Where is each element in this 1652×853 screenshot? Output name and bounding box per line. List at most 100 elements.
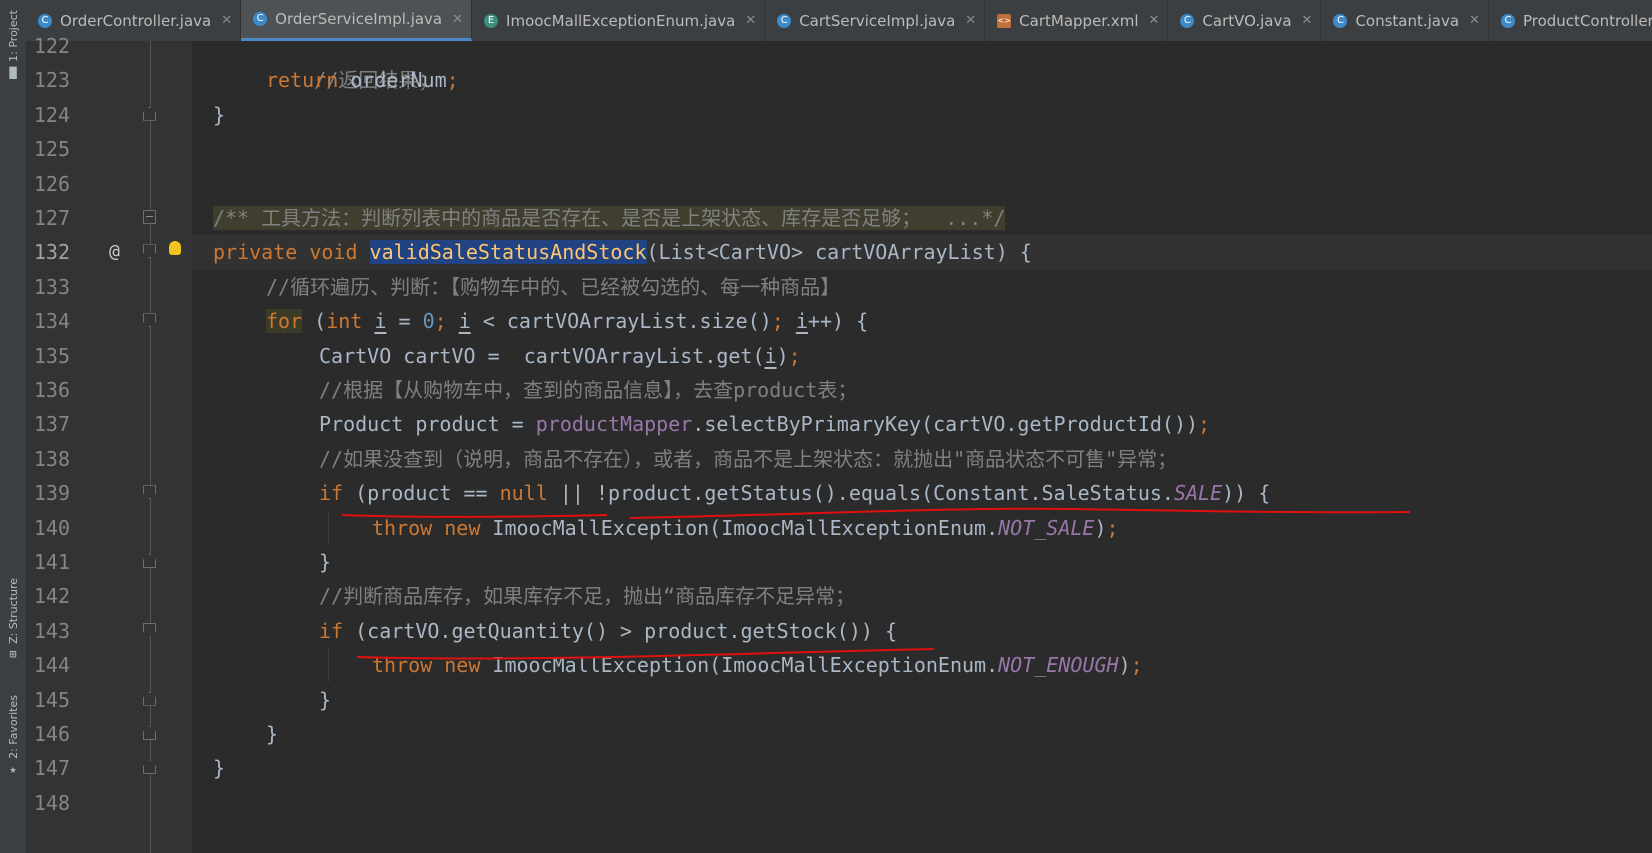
code-line-144: throw new ImoocMallException(ImoocMallEx… [192, 648, 1652, 682]
override-icon[interactable]: @ [109, 235, 120, 269]
tab-label: OrderController.java [60, 11, 212, 30]
fold-start-icon[interactable] [143, 485, 156, 500]
code-text: CartVO cartVO = cartVOArrayList.get( [319, 343, 765, 368]
line-number: 122 [33, 34, 70, 58]
tool-window-strip: 1: Project ▇ Z: Structure ⊞ 2: Favorites… [0, 0, 27, 853]
favorites-tool-button[interactable]: 2: Favorites ★ [0, 695, 26, 779]
tab-cart-service-impl[interactable]: C CartServiceImpl.java ✕ [765, 0, 986, 41]
close-icon[interactable]: ✕ [452, 12, 463, 27]
comment: //根据【从购物车中，查到的商品信息】，去查product表； [319, 378, 858, 402]
line-number: 147 [33, 756, 70, 781]
code-line-124: } [192, 98, 1652, 132]
comment: //循环遍历、判断：【购物车中的、已经被勾选的、每一种商品】 [266, 274, 841, 299]
code-text: } [213, 102, 226, 127]
line-number: 148 [33, 790, 70, 815]
line-number: 146 [33, 722, 70, 746]
project-tool-label: 1: Project [6, 10, 20, 62]
code-line-145: } [192, 683, 1652, 717]
line-number: 124 [33, 102, 70, 127]
tab-constant[interactable]: C Constant.java ✕ [1321, 0, 1489, 41]
line-number: 142 [33, 584, 70, 609]
keyword: if [319, 481, 344, 506]
line-number: 141 [33, 550, 70, 574]
code-text: ) [1094, 515, 1107, 540]
close-icon[interactable]: ✕ [1302, 13, 1313, 28]
code-line-147: } [192, 751, 1652, 785]
close-icon[interactable]: ✕ [745, 13, 756, 28]
code-text: orderNum [338, 68, 447, 93]
code-text: } [319, 550, 332, 574]
line-number: 136 [33, 378, 70, 402]
tab-label: CartMapper.xml [1019, 11, 1139, 30]
number: 0 [422, 309, 435, 334]
project-tool-button[interactable]: 1: Project ▇ [0, 10, 26, 82]
code-line-134: for (int i = 0; i < cartVOArrayList.size… [192, 304, 1652, 338]
code-line-142: //判断商品库存，如果库存不足，抛出“商品库存不足异常； [192, 579, 1652, 613]
tab-label: CartVO.java [1202, 11, 1292, 30]
code-line-143: if (cartVO.getQuantity() > product.getSt… [192, 614, 1652, 648]
close-icon[interactable]: ✕ [965, 13, 976, 28]
class-icon: C [1180, 13, 1195, 28]
code-text: < cartVOArrayList.size() [470, 309, 772, 334]
variable: i [458, 309, 471, 334]
keyword: for [266, 309, 303, 334]
constant: NOT_SALE [998, 515, 1095, 540]
line-number: 127 [33, 206, 70, 230]
keyword: if [319, 618, 344, 643]
expand-fold-icon[interactable] [143, 210, 156, 224]
class-icon: C [777, 13, 792, 28]
close-icon[interactable]: ✕ [221, 13, 232, 28]
line-number: 139 [33, 481, 70, 506]
code-line-123: return orderNum; [192, 63, 1652, 97]
code-line-133: //循环遍历、判断：【购物车中的、已经被勾选的、每一种商品】 [192, 270, 1652, 304]
enum-icon: E [484, 13, 499, 28]
lightbulb-icon[interactable] [169, 241, 181, 256]
code-line-140: throw new ImoocMallException(ImoocMallEx… [192, 511, 1652, 545]
class-icon: C [38, 13, 52, 28]
fold-end-icon[interactable] [143, 726, 156, 740]
folded-javadoc[interactable]: /** 工具方法：判断列表中的商品是否存在、是否是上架状态、库存是否足够； ..… [213, 206, 1006, 230]
fold-end-icon[interactable] [143, 760, 156, 775]
close-icon[interactable]: ✕ [1469, 13, 1480, 28]
keyword: throw new [372, 653, 481, 678]
fold-start-icon[interactable] [143, 244, 156, 259]
fold-start-icon[interactable] [143, 313, 156, 328]
line-number: 137 [33, 412, 70, 437]
line-number: 135 [33, 343, 70, 368]
variable: i [374, 309, 387, 334]
fold-end-icon[interactable] [143, 106, 156, 121]
fold-end-icon[interactable] [143, 691, 156, 706]
line-number: 125 [33, 137, 70, 162]
keyword: throw new [372, 515, 481, 540]
semicolon: ; [434, 309, 447, 334]
code-line-138: //如果没查到（说明，商品不存在），或者，商品不是上架状态：就抛出"商品状态不可… [192, 442, 1652, 476]
variable: i [764, 343, 777, 368]
code-text: )) { [1222, 481, 1271, 506]
close-icon[interactable]: ✕ [1149, 13, 1160, 28]
tab-label: Constant.java [1355, 11, 1460, 30]
code-line-135: CartVO cartVO = cartVOArrayList.get(i); [192, 339, 1652, 373]
keyword: null [499, 481, 548, 506]
editor-gutter: 122 123 124 125 126 127 132 @ 133 134 135… [26, 34, 192, 853]
line-number: 134 [33, 309, 70, 334]
fold-end-icon[interactable] [143, 554, 156, 568]
tab-cart-mapper-xml[interactable]: <> CartMapper.xml ✕ [985, 0, 1169, 41]
tab-imooc-mall-exception-enum[interactable]: E ImoocMallExceptionEnum.java ✕ [472, 0, 766, 41]
keyword: private void [213, 240, 358, 265]
tab-product-controller[interactable]: C ProductController.java [1489, 0, 1652, 41]
line-number: 138 [33, 446, 70, 471]
code-line-122: //返回结果； [192, 41, 1652, 92]
semicolon: ; [1130, 653, 1143, 678]
class-icon: C [1500, 13, 1515, 28]
tab-label: ProductController.java [1522, 11, 1652, 30]
structure-tool-button[interactable]: Z: Structure ⊞ [0, 578, 26, 664]
code-text: ( [302, 309, 327, 334]
tab-order-service-impl[interactable]: C OrderServiceImpl.java ✕ [241, 0, 473, 41]
tab-cart-vo[interactable]: C CartVO.java ✕ [1168, 0, 1322, 41]
code-editor[interactable]: //返回结果； return orderNum; } /** 工具方法：判断列表… [192, 41, 1652, 853]
code-text: } [319, 687, 332, 712]
code-text: } [266, 722, 279, 746]
code-text: Product product = [319, 412, 536, 437]
fold-start-icon[interactable] [143, 622, 156, 637]
